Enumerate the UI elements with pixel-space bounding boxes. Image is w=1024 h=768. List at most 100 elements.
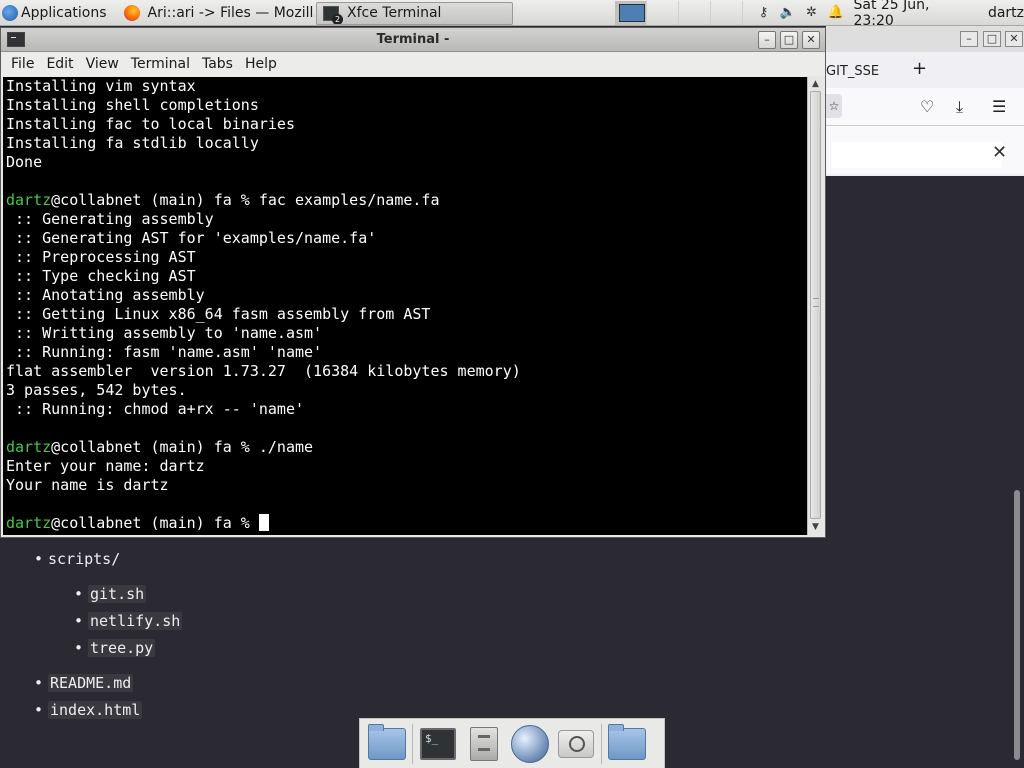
taskbar-terminal-button[interactable]: 2 Xfce Terminal	[316, 1, 514, 25]
firefox-findbar: ✕	[826, 126, 1024, 174]
terminal-line: Installing shell completions	[6, 96, 804, 115]
scroll-up-icon[interactable]: ▲	[810, 78, 821, 90]
new-tab-button[interactable]: +	[912, 58, 927, 79]
workspace-2[interactable]	[647, 0, 680, 25]
bullet: •	[34, 701, 44, 719]
prompt-username: dartz	[6, 514, 52, 532]
find-input[interactable]	[832, 142, 1002, 168]
list-item[interactable]: • README.md	[34, 674, 134, 692]
notification-bell-icon[interactable]: 🔔	[827, 5, 843, 21]
dock-file-manager[interactable]	[461, 722, 507, 766]
terminal-line-text: Installing shell completions	[6, 96, 259, 114]
dock-home-folder[interactable]	[364, 722, 410, 766]
workspace-1[interactable]	[615, 0, 648, 25]
terminal-line-text: Your name is dartz	[6, 476, 169, 494]
terminal-line: dartz@collabnet (main) fa %	[6, 514, 804, 533]
maximize-button[interactable]: □	[780, 31, 798, 49]
dock: $_	[359, 718, 665, 768]
applications-label: Applications	[21, 4, 107, 21]
terminal-window: Terminal - – □ ✕ File Edit View Terminal…	[0, 27, 826, 538]
app-finder-search-icon	[558, 729, 594, 758]
terminal-line: :: Getting Linux x86_64 fasm assembly fr…	[6, 305, 804, 324]
firefox-tab[interactable]: GIT_SSE	[826, 64, 879, 79]
text-cursor	[258, 514, 269, 531]
list-item[interactable]: • netlify.sh	[74, 612, 183, 630]
menu-view[interactable]: View	[80, 56, 125, 72]
taskbar-terminal-label: Xfce Terminal	[347, 5, 442, 21]
menu-file[interactable]: File	[5, 56, 40, 72]
terminal-line: :: Running: fasm 'name.asm' 'name'	[6, 343, 804, 362]
list-item[interactable]: • git.sh	[74, 585, 147, 603]
bullet: •	[34, 674, 44, 692]
network-icon[interactable]: ⚷	[755, 5, 771, 21]
terminal-emulator-icon: $_	[420, 727, 456, 760]
terminal-line: :: Writting assembly to 'name.asm'	[6, 324, 804, 343]
scrollbar-thumb[interactable]	[810, 91, 821, 519]
terminal-line: Installing vim syntax	[6, 77, 804, 96]
firefox-close-button[interactable]: ✕	[1005, 31, 1023, 47]
terminal-line-text: :: Preprocessing AST	[6, 248, 196, 266]
terminal-line-text: @collabnet (main) fa % ./name	[51, 438, 314, 456]
menu-edit[interactable]: Edit	[40, 56, 79, 72]
terminal-titlebar[interactable]: Terminal - – □ ✕	[1, 28, 825, 52]
bullet: •	[74, 639, 84, 657]
dock-separator	[601, 723, 602, 764]
terminal-line: :: Anotating assembly	[6, 286, 804, 305]
terminal-output[interactable]: Installing vim syntax Installing shell co…	[3, 77, 807, 535]
window-count-badge: 2	[332, 13, 343, 24]
home-folder-icon	[368, 723, 406, 760]
web-browser-globe-icon	[511, 724, 549, 763]
terminal-line: Enter your name: dartz	[6, 457, 804, 476]
pocket-icon[interactable]: ♡	[920, 97, 934, 116]
file-cabinet-icon	[470, 726, 498, 761]
bookmark-star-icon[interactable]: ☆	[826, 94, 842, 118]
firefox-minimize-button[interactable]: –	[960, 31, 978, 47]
terminal-line: Installing fac to local binaries	[6, 115, 804, 134]
folder-icon	[608, 723, 646, 760]
terminal-scrollbar[interactable]: ▲ ▼	[807, 77, 823, 535]
dock-web-browser[interactable]	[507, 722, 553, 766]
hamburger-menu-icon[interactable]: ☰	[992, 97, 1006, 116]
terminal-line-text: Installing fa stdlib locally	[6, 134, 259, 152]
terminal-line-text: :: Generating AST for 'examples/name.fa'	[6, 229, 377, 247]
bullet: •	[74, 612, 84, 630]
close-findbar-icon[interactable]: ✕	[992, 142, 1007, 163]
user-menu[interactable]: dartz	[988, 5, 1024, 21]
terminal-line-text: Enter your name: dartz	[6, 457, 205, 475]
terminal-line-text: flat assembler version 1.73.27 (16384 ki…	[6, 362, 521, 380]
terminal-line-text: 3 passes, 542 bytes.	[6, 381, 187, 399]
dock-terminal[interactable]: $_	[415, 722, 461, 766]
page-scrollbar[interactable]	[1014, 490, 1020, 760]
applications-menu[interactable]: Applications	[0, 0, 111, 26]
list-item[interactable]: • index.html	[34, 701, 143, 719]
scroll-down-icon[interactable]: ▼	[810, 521, 821, 533]
dock-folder[interactable]	[604, 722, 650, 766]
firefox-titlebar: – □ ✕	[826, 26, 1024, 52]
terminal-line: flat assembler version 1.73.27 (16384 ki…	[6, 362, 804, 381]
terminal-line-text: Done	[6, 153, 43, 171]
dock-separator	[412, 723, 413, 764]
list-item: • scripts/	[34, 550, 120, 568]
menu-terminal[interactable]: Terminal	[125, 56, 196, 72]
list-item-label: netlify.sh	[88, 612, 183, 630]
scrollbar-grip	[813, 298, 819, 307]
terminal-line-text: :: Running: fasm 'name.asm' 'name'	[6, 343, 323, 361]
volume-icon[interactable]: 🔈	[779, 5, 795, 21]
terminal-line-text: @collabnet (main) fa % fac examples/name…	[51, 191, 440, 209]
list-item[interactable]: • tree.py	[74, 639, 156, 657]
firefox-maximize-button[interactable]: □	[983, 31, 1001, 47]
close-button[interactable]: ✕	[802, 31, 820, 49]
workspace-3[interactable]	[679, 0, 712, 25]
clock[interactable]: Sat 25 Jun, 23:20	[853, 0, 973, 29]
terminal-line-text: @collabnet (main) fa %	[51, 514, 259, 532]
dock-app-finder[interactable]	[553, 722, 599, 766]
download-icon[interactable]: ⤓	[956, 97, 963, 117]
workspace-4[interactable]	[711, 0, 744, 25]
menu-help[interactable]: Help	[239, 56, 283, 72]
minimize-button[interactable]: –	[758, 31, 776, 49]
menu-tabs[interactable]: Tabs	[196, 56, 239, 72]
terminal-line: dartz@collabnet (main) fa % ./name	[6, 438, 804, 457]
taskbar-firefox-button[interactable]: Ari::ari -> Files — Mozill...	[117, 2, 316, 25]
power-icon[interactable]: ✲	[803, 5, 819, 21]
